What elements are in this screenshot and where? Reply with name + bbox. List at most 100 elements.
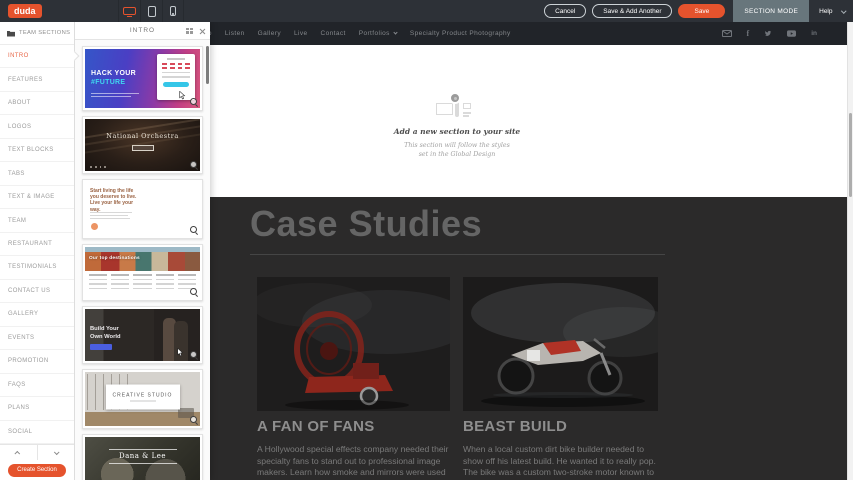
template-title: Build Your Own World bbox=[90, 326, 121, 341]
duda-logo[interactable]: duda bbox=[8, 4, 42, 18]
panel-title: INTRO bbox=[130, 27, 155, 34]
template-national-orchestra[interactable]: National Orchestra bbox=[82, 116, 203, 174]
sidebar-item-features[interactable]: FEATURES bbox=[0, 68, 74, 91]
sidebar-item-label: TESTIMONIALS bbox=[8, 264, 57, 270]
sidebar-item-contact-us[interactable]: CONTACT US bbox=[0, 280, 74, 303]
sidebar-item-events[interactable]: EVENTS bbox=[0, 327, 74, 350]
heading-divider bbox=[250, 254, 665, 255]
sidebar-item-logos[interactable]: LOGOS bbox=[0, 115, 74, 138]
cta-button bbox=[163, 82, 189, 88]
sidebar-item-about[interactable]: ABOUT bbox=[0, 92, 74, 115]
case-study-body: A Hollywood special effects company need… bbox=[257, 444, 450, 480]
nav-item-gallery[interactable]: Gallery bbox=[258, 30, 281, 37]
social-dots bbox=[90, 166, 106, 168]
sidebar-item-text-image[interactable]: TEXT & IMAGE bbox=[0, 186, 74, 209]
template-build-your-own-world[interactable]: Build Your Own World bbox=[82, 306, 203, 364]
create-section-button[interactable]: Create Section bbox=[8, 464, 66, 477]
sidebar-item-testimonials[interactable]: TESTIMONIALS bbox=[0, 256, 74, 279]
duda-section-mode-editor: io Listen Gallery Live Contact Portfolio… bbox=[0, 0, 853, 480]
mobile-view-button[interactable] bbox=[162, 0, 184, 22]
tablet-icon bbox=[148, 6, 156, 17]
template-top-destinations[interactable]: Our top destinations bbox=[82, 244, 203, 301]
nav-item-portfolios[interactable]: Portfolios bbox=[359, 30, 397, 37]
sidebar-item-label: FAQS bbox=[8, 382, 26, 388]
facebook-icon[interactable]: f bbox=[747, 29, 750, 38]
template-title-line2: Own World bbox=[90, 334, 121, 342]
save-and-add-another-button[interactable]: Save & Add Another bbox=[592, 4, 672, 18]
scroll-down-button[interactable] bbox=[38, 445, 75, 460]
desktop-view-button[interactable] bbox=[118, 0, 140, 22]
cursor-icon bbox=[179, 91, 186, 100]
signup-form-card bbox=[157, 54, 195, 100]
panel-header: INTRO bbox=[75, 22, 210, 40]
template-title: Our top destinations bbox=[89, 256, 140, 261]
sidebar-item-restaurant[interactable]: RESTAURANT bbox=[0, 233, 74, 256]
sidebar-item-label: TEXT & IMAGE bbox=[8, 194, 55, 200]
zoom-preview-icon[interactable] bbox=[190, 98, 198, 106]
dirt-bike-image bbox=[463, 277, 658, 411]
destinations-table bbox=[85, 271, 200, 289]
case-study-card: BEAST BUILD When a local custom dirt bik… bbox=[463, 277, 658, 480]
sidebar-item-label: SOCIAL bbox=[8, 429, 32, 435]
placeholder-subtitle-line1: This section will follow the styles bbox=[342, 141, 572, 150]
sidebar-item-promotion[interactable]: PROMOTION bbox=[0, 350, 74, 373]
grid-view-icon[interactable] bbox=[186, 28, 193, 34]
zoom-preview-icon[interactable] bbox=[190, 161, 198, 169]
sidebar-item-text-blocks[interactable]: TEXT BLOCKS bbox=[0, 139, 74, 162]
accent-dot bbox=[91, 223, 98, 230]
cta-button bbox=[90, 344, 112, 350]
nav-item-contact[interactable]: Contact bbox=[321, 30, 346, 37]
template-live-your-life[interactable]: Start living the life you deserve to liv… bbox=[82, 179, 203, 239]
sidebar-item-label: TEAM bbox=[8, 218, 26, 224]
scroll-up-button[interactable] bbox=[0, 445, 38, 460]
desktop-icon bbox=[123, 7, 136, 15]
page-scrollbar-thumb[interactable] bbox=[849, 113, 852, 197]
zoom-preview-icon[interactable] bbox=[190, 288, 198, 296]
overlay-card: CREATIVE STUDIO bbox=[106, 384, 180, 409]
tablet-view-button[interactable] bbox=[140, 0, 162, 22]
linkedin-icon[interactable]: in bbox=[811, 30, 817, 37]
sidebar-item-gallery[interactable]: GALLERY bbox=[0, 303, 74, 326]
template-dana-and-lee[interactable]: Dana & Lee bbox=[82, 434, 203, 480]
sidebar-item-label: TABS bbox=[8, 171, 25, 177]
template-title: CREATIVE STUDIO bbox=[113, 392, 173, 398]
template-title-line1: Build Your bbox=[90, 326, 121, 334]
sidebar-item-faqs[interactable]: FAQS bbox=[0, 374, 74, 397]
help-menu[interactable]: Help bbox=[819, 8, 832, 15]
sidebar-item-tabs[interactable]: TABS bbox=[0, 162, 74, 185]
nav-item-specialty-product-photography[interactable]: Specialty Product Photography bbox=[410, 30, 511, 37]
zoom-preview-icon[interactable] bbox=[190, 416, 198, 424]
template-title: National Orchestra bbox=[85, 132, 200, 140]
close-panel-icon[interactable] bbox=[199, 28, 205, 34]
sidebar-item-social[interactable]: SOCIAL bbox=[0, 421, 74, 444]
save-button[interactable]: Save bbox=[678, 4, 725, 18]
panel-scrollbar-thumb[interactable] bbox=[206, 46, 209, 84]
sidebar-item-label: ABOUT bbox=[8, 100, 31, 106]
nav-item-portfolios-label: Portfolios bbox=[359, 30, 390, 37]
template-subtitle: #FUTURE bbox=[91, 79, 125, 86]
page-scrollbar[interactable] bbox=[847, 22, 853, 480]
youtube-icon[interactable] bbox=[787, 30, 796, 37]
email-icon[interactable] bbox=[722, 30, 732, 37]
nav-item-listen[interactable]: Listen bbox=[225, 30, 245, 37]
template-hack-your-future[interactable]: HACK YOUR #FUTURE bbox=[82, 46, 203, 111]
chevron-down-icon[interactable] bbox=[841, 8, 846, 13]
nav-item-live[interactable]: Live bbox=[294, 30, 308, 37]
zoom-preview-icon[interactable] bbox=[190, 226, 198, 234]
sidebar-item-plans[interactable]: PLANS bbox=[0, 397, 74, 420]
zoom-preview-icon[interactable] bbox=[190, 351, 198, 359]
sidebar-category-list: INTRO FEATURES ABOUT LOGOS TEXT BLOCKS T… bbox=[0, 45, 74, 444]
sidebar-item-intro[interactable]: INTRO bbox=[0, 45, 74, 68]
sidebar-item-label: LOGOS bbox=[8, 124, 31, 130]
cancel-button[interactable]: Cancel bbox=[544, 4, 586, 18]
sidebar-footer: Create Section bbox=[0, 444, 74, 480]
chevron-down-icon bbox=[393, 30, 397, 34]
add-section-placeholder[interactable]: Add a new section to your site This sect… bbox=[342, 98, 572, 159]
case-study-body: When a local custom dirt bike builder ne… bbox=[463, 444, 658, 480]
sidebar-header: TEAM SECTIONS bbox=[0, 22, 74, 45]
template-creative-studio[interactable]: CREATIVE STUDIO bbox=[82, 369, 203, 429]
cta-button bbox=[132, 145, 154, 151]
editor-toolbar: duda Cancel Save & Add Another Save SECT… bbox=[0, 0, 853, 22]
twitter-icon[interactable] bbox=[764, 30, 772, 37]
sidebar-item-team[interactable]: TEAM bbox=[0, 209, 74, 232]
